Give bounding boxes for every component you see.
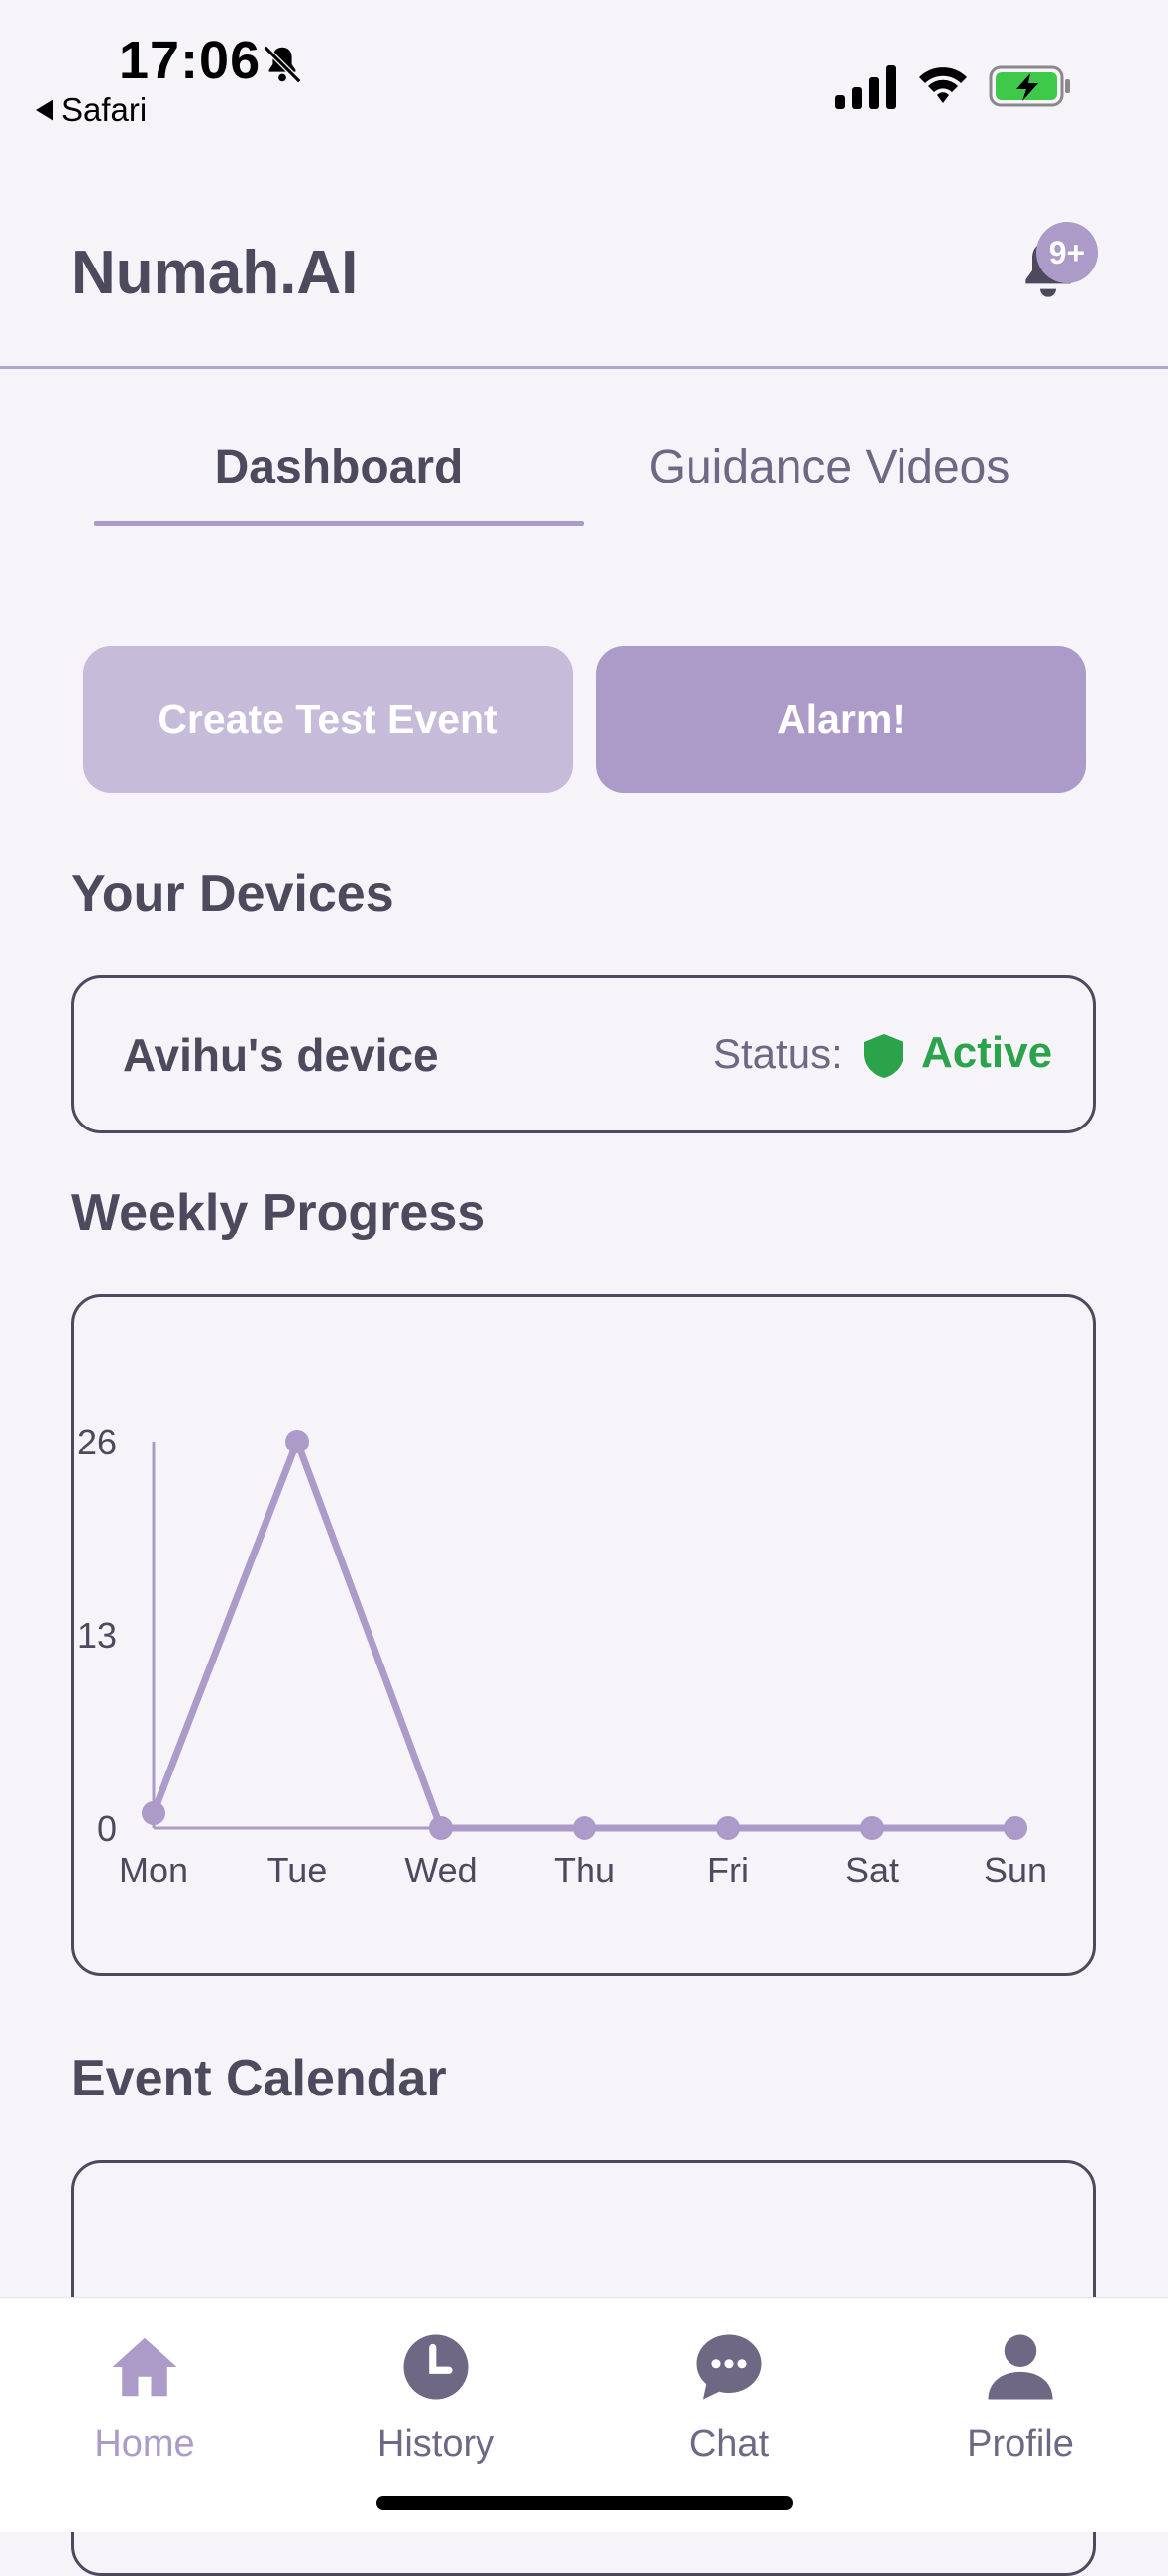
notification-badge: 9+ [1036, 222, 1098, 283]
nav-label-chat: Chat [689, 2423, 770, 2465]
battery-charging-icon [989, 65, 1070, 107]
home-indicator [376, 2496, 793, 2510]
nav-item-chat[interactable]: Chat [610, 2328, 848, 2466]
nav-item-home[interactable]: Home [26, 2328, 264, 2466]
tab-dashboard[interactable]: Dashboard [94, 440, 584, 494]
alarm-button[interactable]: Alarm! [596, 646, 1086, 793]
active-tab-indicator [94, 521, 584, 526]
device-status-label: Status: [713, 1030, 843, 1077]
nav-label-history: History [376, 2423, 495, 2465]
device-name: Avihu's device [123, 1029, 439, 1081]
home-icon [112, 2337, 177, 2397]
devices-section-title: Your Devices [71, 865, 394, 922]
clock-icon [403, 2334, 469, 2400]
header-divider [0, 366, 1168, 369]
wifi-icon [919, 67, 967, 103]
weekly-progress-title: Weekly Progress [71, 1184, 486, 1241]
app-title: Numah.AI [71, 239, 359, 307]
nav-item-history[interactable]: History [317, 2328, 555, 2466]
cellular-signal-icon [835, 65, 896, 109]
back-to-safari-link[interactable]: Safari [36, 91, 147, 129]
nav-item-profile[interactable]: Profile [902, 2328, 1139, 2466]
back-arrow-icon [36, 99, 53, 121]
status-time: 17:06 [119, 31, 262, 90]
weekly-progress-chart-card [71, 1294, 1096, 1976]
event-calendar-title: Event Calendar [71, 2050, 447, 2107]
weekly-progress-chart: 01326Mon Tue Wed Thu Fri Sat Sun [77, 1422, 1047, 1890]
back-label: Safari [61, 91, 148, 128]
nav-label-profile: Profile [967, 2423, 1074, 2465]
device-status-value: Active [921, 1028, 1053, 1077]
nav-label-home: Home [94, 2423, 195, 2465]
tab-guidance-videos[interactable]: Guidance Videos [584, 440, 1074, 494]
bell-muted-icon [263, 45, 302, 84]
chat-bubble-icon [696, 2334, 762, 2400]
person-icon [988, 2334, 1053, 2400]
create-test-event-button[interactable]: Create Test Event [83, 646, 573, 793]
shield-icon [864, 1034, 903, 1078]
